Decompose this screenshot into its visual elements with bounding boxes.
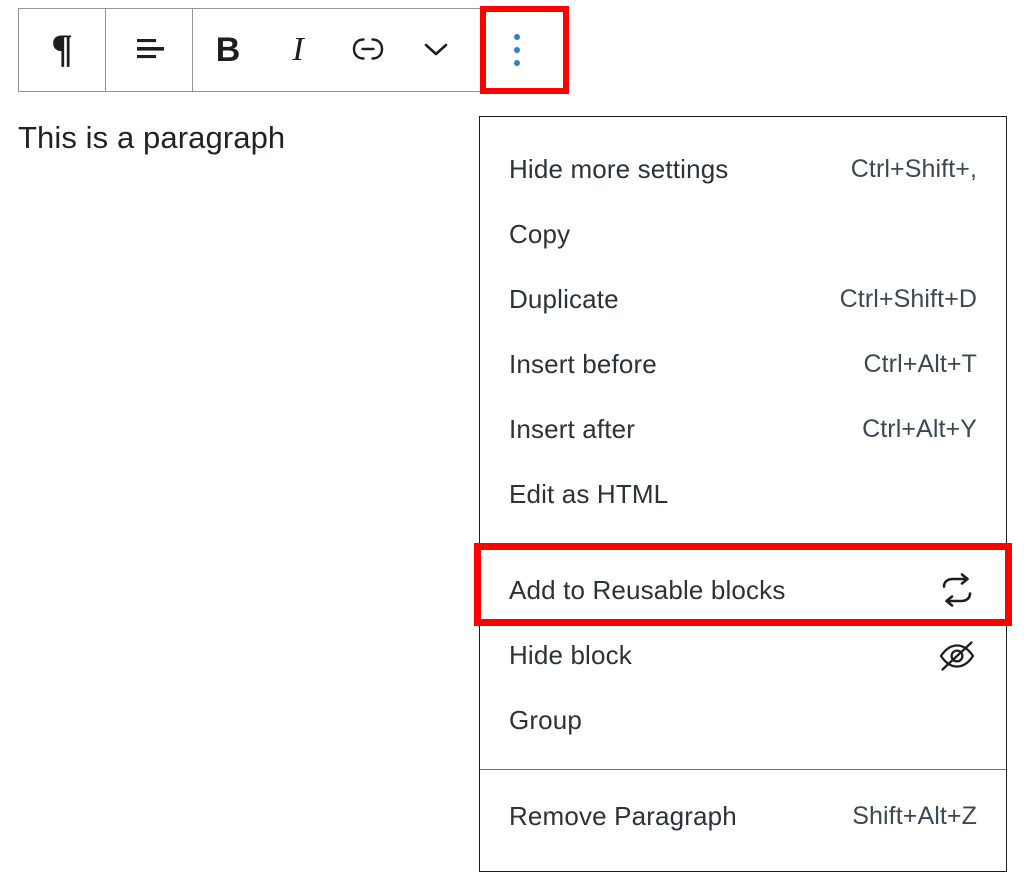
reusable-block-icon — [933, 573, 977, 607]
menu-item-label: Remove Paragraph — [509, 801, 737, 831]
menu-item-group[interactable]: Group — [480, 688, 1006, 753]
menu-item-label: Insert after — [509, 414, 636, 444]
menu-item-label: Copy — [509, 219, 571, 249]
toolbar-group-block-type: ¶ — [19, 9, 106, 91]
paragraph-block-content[interactable]: This is a paragraph — [18, 120, 285, 156]
menu-item-shortcut: Ctrl+Shift+D — [839, 285, 977, 313]
three-dots-vertical-icon-dot2 — [514, 47, 520, 53]
menu-item-shortcut: Ctrl+Alt+T — [863, 350, 977, 378]
chevron-down-icon — [421, 39, 451, 62]
block-toolbar: ¶ B I — [18, 8, 566, 92]
menu-item-shortcut: Ctrl+Alt+Y — [862, 415, 977, 443]
more-rich-text-controls-button[interactable] — [403, 9, 469, 91]
menu-item-edit-as-html[interactable]: Edit as HTML — [480, 462, 1006, 527]
pilcrow-icon: ¶ — [51, 26, 73, 71]
eye-off-icon — [933, 639, 977, 673]
menu-item-shortcut: Shift+Alt+Z — [852, 802, 977, 830]
menu-item-hide-block[interactable]: Hide block — [480, 623, 1006, 688]
menu-item-label: Group — [509, 705, 583, 735]
menu-item-add-to-reusable-blocks[interactable]: Add to Reusable blocks — [480, 557, 1006, 623]
align-text-button[interactable] — [106, 9, 192, 91]
menu-item-label: Hide more settings — [509, 154, 729, 184]
toolbar-group-alignment — [106, 9, 193, 91]
menu-item-label: Insert before — [509, 349, 657, 379]
menu-item-hide-more-settings[interactable]: Hide more settings Ctrl+Shift+, — [480, 137, 1006, 202]
block-options-button[interactable] — [469, 9, 565, 91]
menu-group-settings: Hide more settings Ctrl+Shift+, Copy Dup… — [480, 117, 1006, 544]
menu-item-remove-paragraph[interactable]: Remove Paragraph Shift+Alt+Z — [480, 784, 1006, 849]
link-icon — [349, 34, 387, 67]
three-dots-vertical-icon — [514, 34, 520, 40]
menu-group-block-actions: Add to Reusable blocks Hide block Group — [480, 544, 1006, 770]
menu-item-label: Add to Reusable blocks — [509, 574, 786, 605]
menu-item-shortcut: Ctrl+Shift+, — [850, 155, 977, 183]
menu-item-insert-after[interactable]: Insert after Ctrl+Alt+Y — [480, 397, 1006, 462]
three-dots-vertical-icon-dot3 — [514, 60, 520, 66]
bold-icon: B — [215, 31, 241, 69]
menu-item-label: Hide block — [509, 640, 632, 670]
menu-item-copy[interactable]: Copy — [480, 202, 1006, 267]
menu-item-duplicate[interactable]: Duplicate Ctrl+Shift+D — [480, 267, 1006, 332]
menu-item-label: Duplicate — [509, 284, 619, 314]
menu-item-label: Edit as HTML — [509, 479, 669, 509]
toolbar-group-formatting: B I — [193, 9, 469, 91]
bold-button[interactable]: B — [193, 9, 263, 91]
italic-button[interactable]: I — [263, 9, 333, 91]
block-options-button-wrapper — [469, 9, 565, 91]
paragraph-block-type-button[interactable]: ¶ — [19, 9, 105, 91]
italic-icon: I — [292, 31, 304, 68]
block-options-menu: Hide more settings Ctrl+Shift+, Copy Dup… — [479, 116, 1007, 872]
align-text-icon — [132, 36, 166, 65]
link-button[interactable] — [333, 9, 403, 91]
menu-item-insert-before[interactable]: Insert before Ctrl+Alt+T — [480, 332, 1006, 397]
menu-group-remove: Remove Paragraph Shift+Alt+Z — [480, 770, 1006, 871]
